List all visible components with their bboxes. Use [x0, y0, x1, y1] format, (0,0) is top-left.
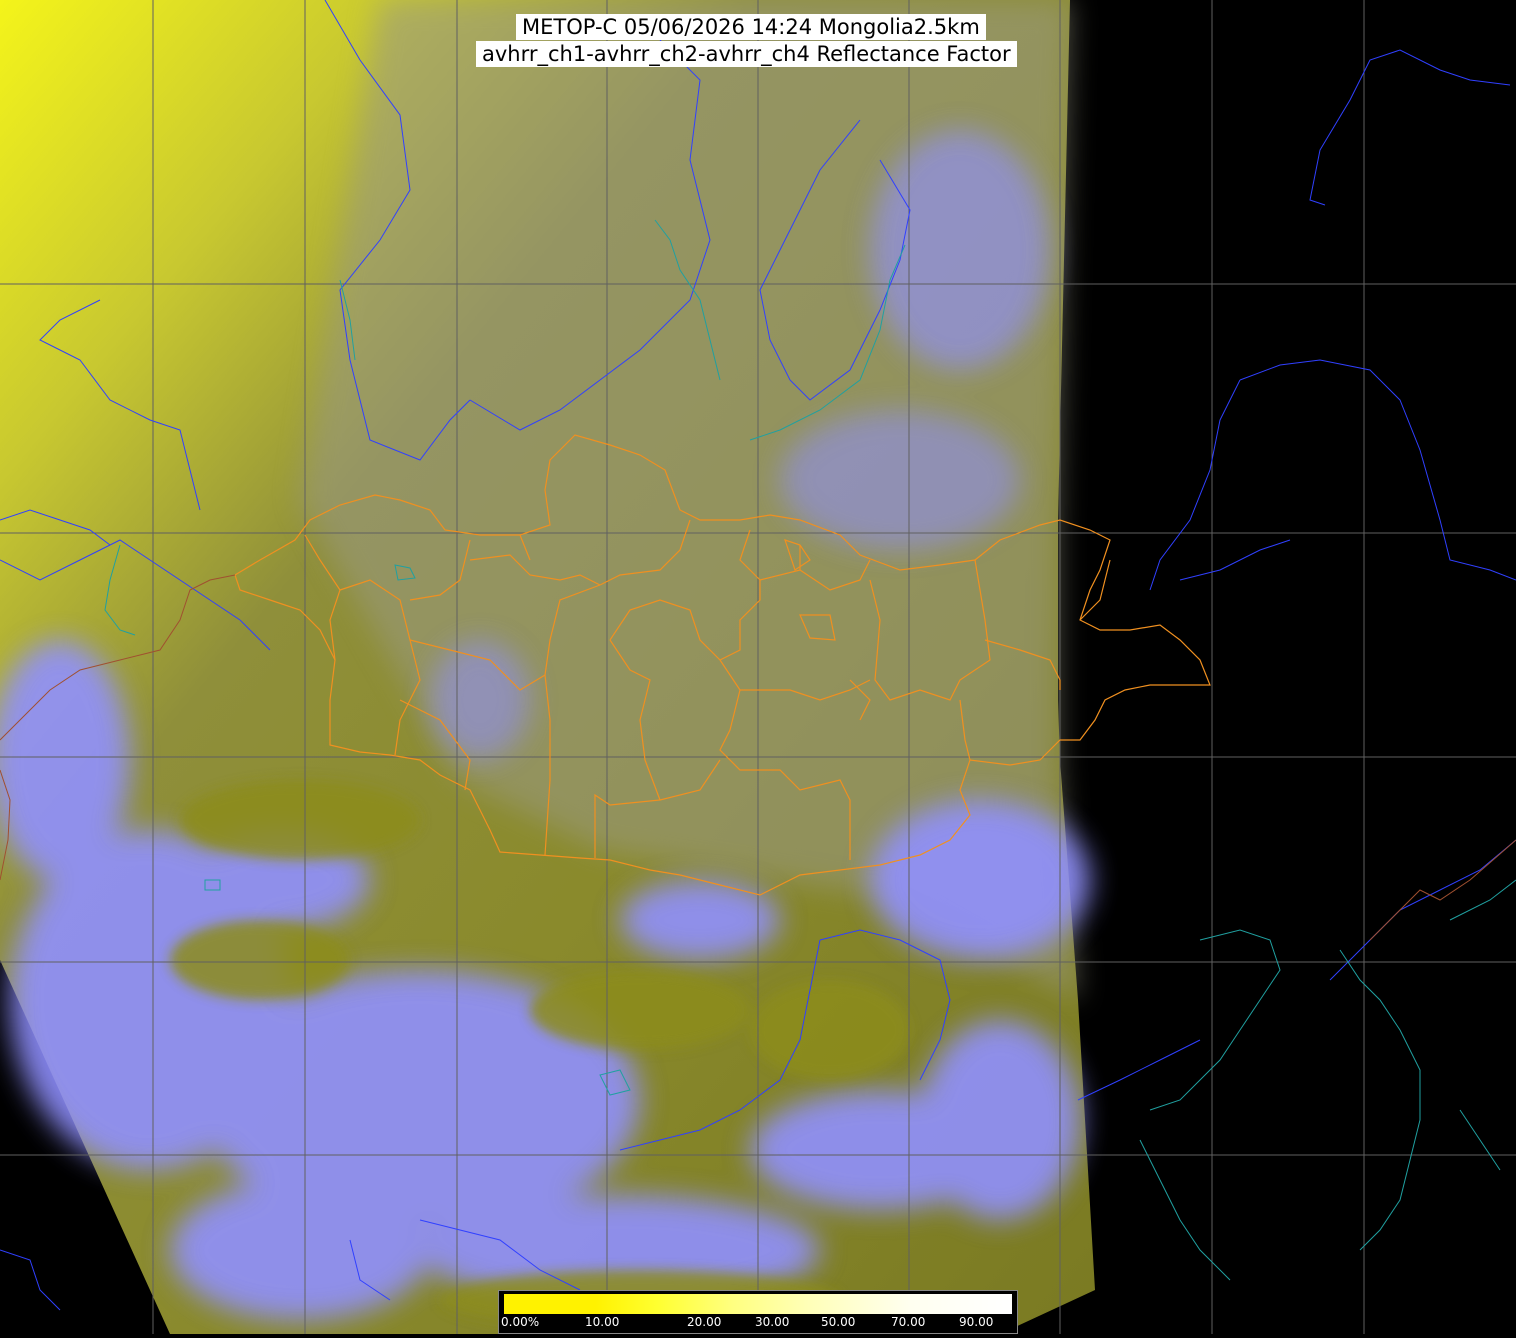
- map-image: [0, 0, 1516, 1334]
- satellite-map: METOP-C 05/06/2026 14:24 Mongolia2.5km a…: [0, 0, 1516, 1334]
- satellite-swath: [0, 0, 1095, 1334]
- colorbar-label-6: 90.00: [959, 1315, 994, 1329]
- colorbar-label-4: 50.00: [821, 1315, 856, 1329]
- colorbar: 0.00% 10.00 20.00 30.00 50.00 70.00 90.0…: [498, 1290, 1018, 1334]
- colorbar-label-5: 70.00: [891, 1315, 926, 1329]
- title-line-2: avhrr_ch1-avhrr_ch2-avhrr_ch4 Reflectanc…: [476, 41, 1017, 67]
- colorbar-label-2: 20.00: [687, 1315, 722, 1329]
- title-line-1: METOP-C 05/06/2026 14:24 Mongolia2.5km: [516, 14, 986, 40]
- colorbar-label-1: 10.00: [585, 1315, 620, 1329]
- colorbar-gradient: [504, 1294, 1012, 1314]
- colorbar-label-0: 0.00%: [501, 1315, 540, 1329]
- colorbar-label-3: 30.00: [755, 1315, 790, 1329]
